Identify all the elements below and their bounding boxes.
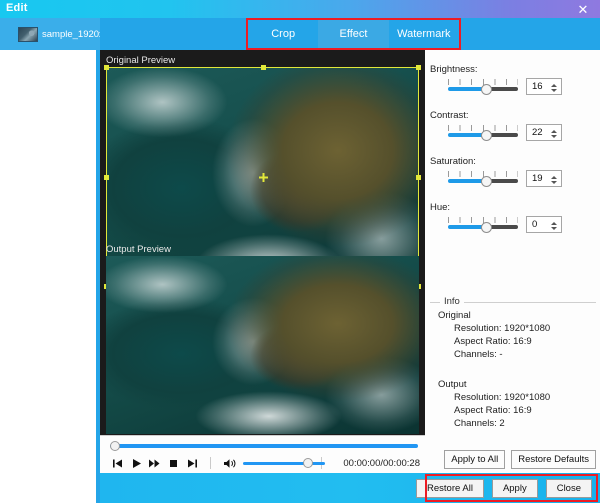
brightness-value: 16	[532, 81, 543, 92]
sidebar-item-sample[interactable]: sample_1920x...	[0, 18, 100, 50]
hue-slider[interactable]	[448, 216, 518, 233]
brightness-handle[interactable]	[481, 83, 492, 95]
sidebar-panel	[0, 50, 100, 503]
contrast-slider[interactable]	[448, 124, 518, 141]
saturation-label: Saturation:	[430, 156, 476, 167]
hue-stepper[interactable]	[549, 218, 558, 233]
controls-divider	[209, 457, 211, 469]
seek-track	[110, 444, 418, 448]
saturation-spinner[interactable]: 19	[526, 170, 562, 187]
hue-value: 0	[532, 219, 538, 230]
stop-icon[interactable]	[164, 454, 183, 472]
bottom-bar: Restore All Apply Close	[100, 473, 600, 503]
output-preview-image	[106, 256, 419, 434]
tab-effect[interactable]: Effect	[318, 20, 389, 48]
volume-slider[interactable]	[242, 457, 325, 469]
saturation-value: 19	[532, 173, 543, 184]
effect-panel: Brightness: 16 Contrast: 22 Saturation: …	[425, 50, 600, 473]
saturation-slider[interactable]	[448, 170, 518, 187]
contrast-label: Contrast:	[430, 110, 469, 121]
brightness-stepper[interactable]	[549, 80, 558, 95]
saturation-handle[interactable]	[481, 175, 492, 187]
fast-forward-icon[interactable]	[146, 454, 165, 472]
play-icon[interactable]	[127, 454, 146, 472]
saturation-stepper[interactable]	[549, 172, 558, 187]
info-output-channels: Channels: 2	[454, 418, 505, 429]
brightness-spinner[interactable]: 16	[526, 78, 562, 95]
apply-to-all-button[interactable]: Apply to All	[444, 450, 506, 469]
info-output-aspect-ratio: Aspect Ratio: 16:9	[454, 405, 532, 416]
brightness-label: Brightness:	[430, 64, 478, 75]
original-preview-label: Original Preview	[106, 55, 176, 66]
hue-label: Hue:	[430, 202, 451, 213]
volume-icon[interactable]	[223, 458, 237, 469]
chevron-down-icon[interactable]	[550, 180, 557, 184]
restore-all-button[interactable]: Restore All	[416, 479, 484, 498]
volume-handle[interactable]	[302, 458, 313, 468]
chevron-up-icon[interactable]	[550, 129, 557, 133]
info-original-aspect-ratio: Aspect Ratio: 16:9	[454, 336, 532, 347]
edit-window: Edit ✕ sample_1920x... Crop Effect Water…	[0, 0, 600, 503]
restore-defaults-button[interactable]: Restore Defaults	[511, 450, 596, 469]
chevron-down-icon[interactable]	[550, 226, 557, 230]
close-button[interactable]: Close	[545, 479, 592, 498]
sidebar-item-label: sample_1920x...	[42, 28, 100, 40]
tab-watermark[interactable]: Watermark	[388, 20, 459, 48]
playback-controls: 00:00:00/00:00:28	[108, 454, 420, 472]
close-icon[interactable]: ✕	[570, 0, 596, 18]
brightness-ticks	[448, 78, 518, 85]
chevron-up-icon[interactable]	[550, 175, 557, 179]
video-thumbnail-icon	[18, 26, 38, 42]
hue-control: Hue: 0	[430, 202, 596, 233]
saturation-ticks	[448, 170, 518, 177]
skip-previous-icon[interactable]	[108, 454, 127, 472]
timecode-display: 00:00:00/00:00:28	[343, 457, 420, 469]
apply-button[interactable]: Apply	[491, 479, 538, 498]
page-title: Edit	[6, 2, 28, 14]
chevron-up-icon[interactable]	[550, 221, 557, 225]
title-bar: Edit ✕	[0, 0, 600, 18]
seek-slider[interactable]	[110, 441, 418, 451]
info-group-title: Info	[440, 296, 464, 307]
brightness-control: Brightness: 16	[430, 64, 596, 95]
info-original-channels: Channels: -	[454, 349, 503, 360]
info-output-resolution: Resolution: 1920*1080	[454, 392, 551, 403]
contrast-spinner[interactable]: 22	[526, 124, 562, 141]
info-group: Info Original Resolution: 1920*1080 Aspe…	[430, 296, 596, 442]
info-output-heading: Output	[438, 379, 467, 390]
preview-column: Original Preview Output Preview	[100, 50, 425, 435]
chevron-up-icon[interactable]	[550, 83, 557, 87]
info-original-resolution: Resolution: 1920*1080	[454, 323, 551, 334]
tab-crop[interactable]: Crop	[248, 20, 319, 48]
contrast-ticks	[448, 124, 518, 131]
seek-handle[interactable]	[110, 441, 120, 451]
brightness-slider[interactable]	[448, 78, 518, 95]
hue-ticks	[448, 216, 518, 223]
transport-bar: 00:00:00/00:00:28	[100, 435, 425, 473]
saturation-control: Saturation: 19	[430, 156, 596, 187]
contrast-stepper[interactable]	[549, 126, 558, 141]
tab-bar: Crop Effect Watermark	[248, 20, 459, 48]
chevron-down-icon[interactable]	[550, 88, 557, 92]
output-preview-label: Output Preview	[106, 244, 171, 255]
info-original-heading: Original	[438, 310, 471, 321]
chevron-down-icon[interactable]	[550, 134, 557, 138]
panel-button-row: Apply to All Restore Defaults	[430, 450, 596, 469]
bottom-button-row: Restore All Apply Close	[416, 479, 592, 498]
hue-handle[interactable]	[481, 221, 492, 233]
hue-spinner[interactable]: 0	[526, 216, 562, 233]
contrast-control: Contrast: 22	[430, 110, 596, 141]
contrast-handle[interactable]	[481, 129, 492, 141]
skip-next-icon[interactable]	[183, 454, 202, 472]
contrast-value: 22	[532, 127, 543, 138]
